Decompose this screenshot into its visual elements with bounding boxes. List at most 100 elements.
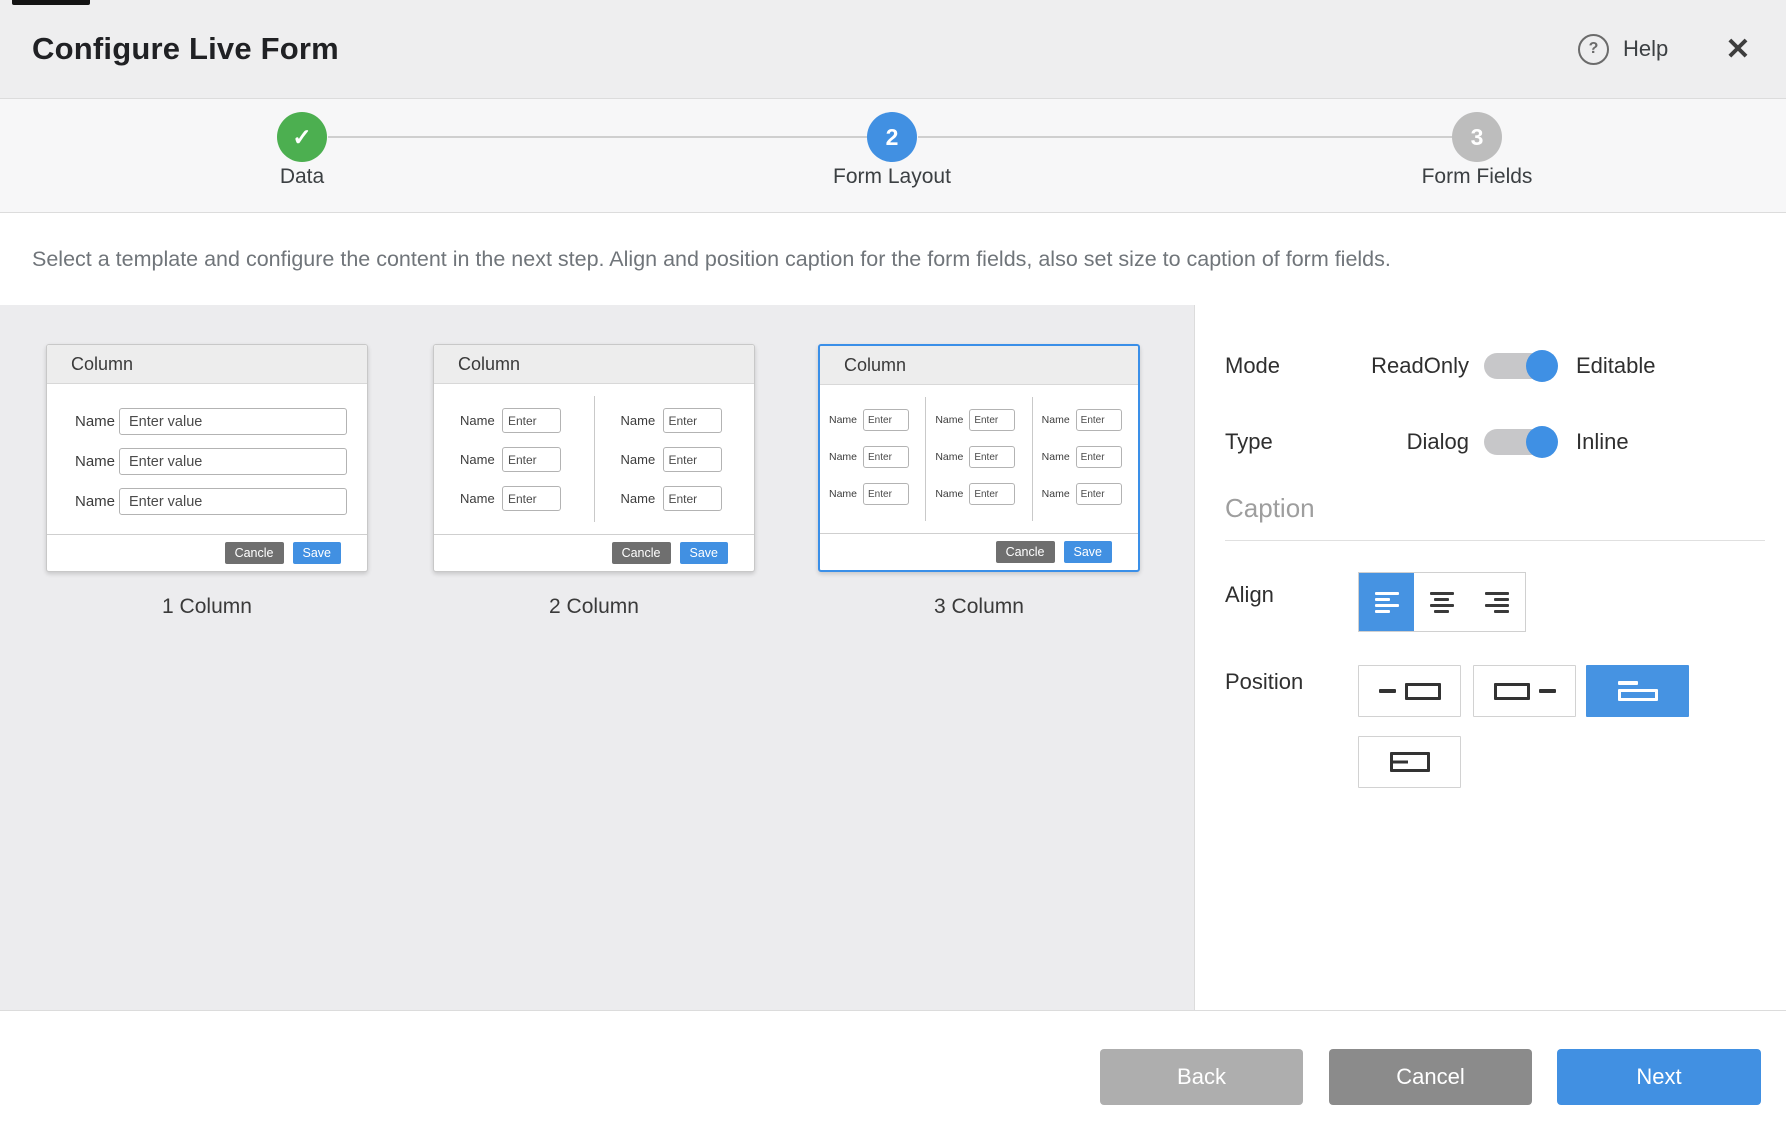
preview-text-input: Enter	[502, 408, 561, 433]
type-label: Type	[1225, 429, 1345, 455]
position-caption-left-button[interactable]	[1358, 665, 1461, 717]
close-icon[interactable]: ✕	[1715, 0, 1761, 98]
preview-footer: Cancle Save	[820, 533, 1138, 570]
align-left-button[interactable]	[1359, 573, 1414, 631]
configure-live-form-dialog: Configure Live Form ? Help ✕ ✓ Data 2 Fo…	[0, 0, 1786, 1142]
preview-field-label: Name	[460, 413, 502, 428]
mode-setting-row: Mode ReadOnly Editable	[1225, 348, 1656, 384]
preview-field-label: Name	[829, 451, 863, 463]
mode-off-label: ReadOnly	[1345, 353, 1469, 379]
preview-column: NameEnter NameEnter NameEnter	[434, 384, 594, 534]
caption-above-icon	[1618, 681, 1658, 701]
align-label: Align	[1225, 582, 1274, 608]
type-on-label: Inline	[1576, 429, 1629, 455]
preview-field-label: Name	[460, 452, 502, 467]
step-number: 2	[886, 124, 899, 151]
type-off-label: Dialog	[1345, 429, 1469, 455]
wizard-stepper: ✓ Data 2 Form Layout 3 Form Fields	[0, 99, 1786, 213]
preview-field-label: Name	[621, 413, 663, 428]
preview-field-row: Name Enter value	[75, 488, 347, 515]
preview-save-button: Save	[680, 542, 729, 564]
align-right-icon	[1485, 592, 1509, 613]
preview-text-input: Enter value	[119, 448, 347, 475]
preview-text-input: Enter	[863, 483, 909, 505]
preview-field-label: Name	[1042, 451, 1076, 463]
preview-field-label: Name	[829, 488, 863, 500]
preview-field-label: Name	[75, 453, 119, 470]
preview-text-input: Enter	[502, 447, 561, 472]
step-number: 3	[1471, 124, 1484, 151]
check-icon: ✓	[292, 124, 311, 151]
preview-field-label: Name	[935, 451, 969, 463]
next-button[interactable]: Next	[1557, 1049, 1761, 1105]
help-button[interactable]: ? Help	[1578, 0, 1668, 98]
template-caption-1-column: 1 Column	[46, 595, 368, 619]
preview-save-button: Save	[1064, 541, 1113, 563]
step-circle-data[interactable]: ✓	[277, 112, 327, 162]
mode-on-label: Editable	[1576, 353, 1656, 379]
preview-field-label: Name	[75, 413, 119, 430]
preview-text-input: Enter	[663, 486, 722, 511]
preview-text-input: Enter	[663, 447, 722, 472]
preview-column: NameEnter NameEnter NameEnter	[1033, 385, 1138, 533]
back-button[interactable]: Back	[1100, 1049, 1303, 1105]
preview-text-input: Enter	[969, 483, 1015, 505]
preview-field-label: Name	[935, 488, 969, 500]
preview-field-label: Name	[621, 452, 663, 467]
preview-text-input: Enter	[1076, 483, 1122, 505]
align-right-button[interactable]	[1470, 573, 1525, 631]
page-title: Configure Live Form	[32, 0, 339, 98]
preview-field-label: Name	[621, 491, 663, 506]
align-button-group	[1358, 572, 1526, 632]
template-caption-3-column: 3 Column	[818, 595, 1140, 619]
step-circle-form-layout[interactable]: 2	[867, 112, 917, 162]
position-caption-inside-button[interactable]	[1358, 736, 1461, 788]
stepper-connector-1	[328, 136, 868, 138]
step-circle-form-fields[interactable]: 3	[1452, 112, 1502, 162]
help-icon: ?	[1578, 34, 1609, 65]
preview-field-row: Name Enter value	[75, 448, 347, 475]
cancel-button[interactable]: Cancel	[1329, 1049, 1532, 1105]
preview-column: NameEnter NameEnter NameEnter	[595, 384, 755, 534]
template-picker-area: Column Name Enter value Name Enter value…	[0, 305, 1194, 1010]
preview-text-input: Enter value	[119, 488, 347, 515]
preview-field-label: Name	[75, 493, 119, 510]
toggle-knob	[1526, 350, 1558, 382]
preview-field-label: Name	[829, 414, 863, 426]
preview-field-label: Name	[1042, 488, 1076, 500]
preview-save-button: Save	[293, 542, 342, 564]
stepper-connector-2	[918, 136, 1453, 138]
footer-divider	[0, 1010, 1786, 1011]
preview-column: NameEnter NameEnter NameEnter	[926, 385, 1031, 533]
template-caption-2-column: 2 Column	[433, 595, 755, 619]
step-label-data: Data	[182, 165, 422, 189]
dialog-header: Configure Live Form ? Help ✕	[0, 0, 1786, 99]
template-card-1-column[interactable]: Column Name Enter value Name Enter value…	[46, 344, 368, 572]
position-caption-above-button-selected[interactable]	[1586, 665, 1689, 717]
preview-cancel-button: Cancle	[612, 542, 671, 564]
help-label: Help	[1623, 36, 1668, 62]
preview-cancel-button: Cancle	[996, 541, 1055, 563]
mode-toggle[interactable]	[1484, 350, 1558, 382]
preview-field-row: Name Enter value	[75, 408, 347, 435]
preview-text-input: Enter	[969, 409, 1015, 431]
template-card-3-column-selected[interactable]: Column NameEnter NameEnter NameEnter Nam…	[818, 344, 1140, 572]
preview-footer: Cancle Save	[47, 534, 367, 571]
align-center-icon	[1430, 592, 1454, 613]
preview-cancel-button: Cancle	[225, 542, 284, 564]
preview-text-input: Enter	[863, 446, 909, 468]
preview-field-label: Name	[460, 491, 502, 506]
caption-right-icon	[1494, 683, 1556, 700]
preview-column: NameEnter NameEnter NameEnter	[820, 385, 925, 533]
template-card-2-column[interactable]: Column NameEnter NameEnter NameEnter Nam…	[433, 344, 755, 572]
align-center-button[interactable]	[1414, 573, 1469, 631]
form-settings-panel: Mode ReadOnly Editable Type Dialog Inlin…	[1194, 305, 1786, 1010]
preview-form-title: Column	[434, 345, 754, 384]
type-setting-row: Type Dialog Inline	[1225, 424, 1629, 460]
type-toggle[interactable]	[1484, 426, 1558, 458]
caption-left-icon	[1379, 683, 1441, 700]
step-description-row: Select a template and configure the cont…	[0, 213, 1786, 305]
position-caption-right-button[interactable]	[1473, 665, 1576, 717]
caption-section-divider	[1225, 540, 1765, 541]
toggle-knob	[1526, 426, 1558, 458]
